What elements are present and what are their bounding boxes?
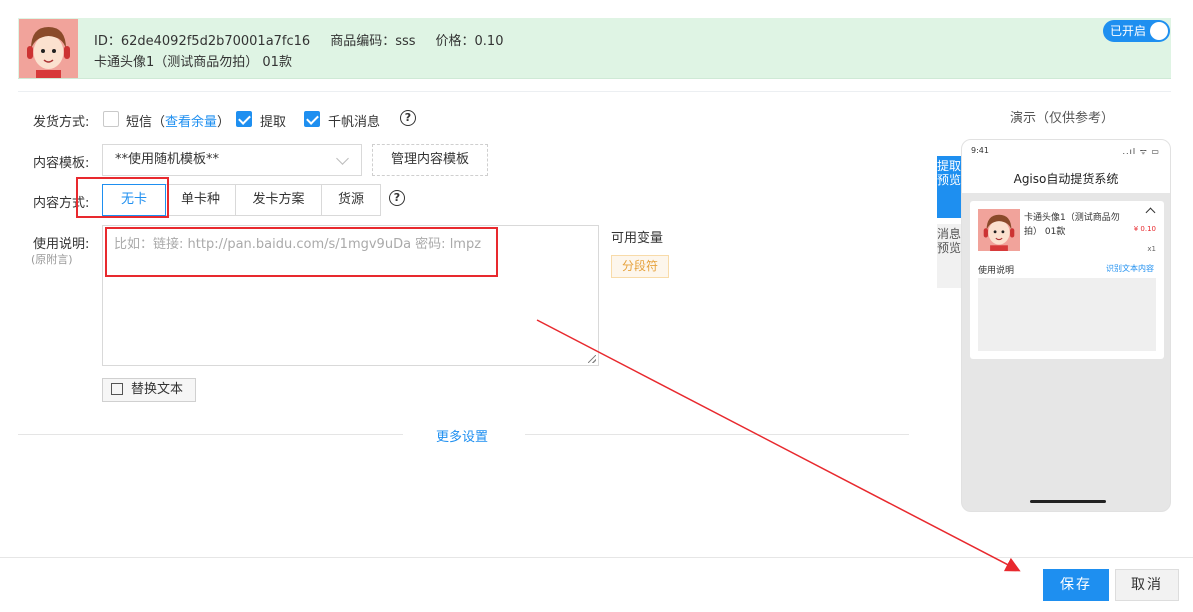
template-select[interactable]: **使用随机模板** [102,144,362,176]
chevron-up-icon[interactable] [1145,207,1156,218]
preview-item-card: 卡通头像1（测试商品勿拍） 01款 ¥ 0.10 x1 使用说明 识别文本内容 [970,201,1164,359]
usage-placeholder: 比如：链接: http://pan.baidu.com/s/1mgv9uDa 密… [114,237,482,252]
sms-label: 短信 [126,115,153,130]
usage-textarea[interactable]: 比如：链接: http://pan.baidu.com/s/1mgv9uDa 密… [102,225,599,366]
toggle-label: 已开启 [1110,24,1147,38]
phone-time: 9:41 [971,146,989,155]
pickup-checkbox[interactable] [236,111,252,127]
paren-open: （ [152,115,166,130]
divider [525,434,909,435]
recognize-text-link[interactable]: 识别文本内容 [1106,263,1154,274]
sms-checkbox[interactable] [103,111,119,127]
phone-header: 9:41 ..ıl ᯤ ▭ Agiso自动提货系统 [962,140,1170,193]
pickup-label: 提取 [260,115,287,130]
item-quantity: x1 [1147,245,1156,253]
method-tab-single-card[interactable]: 单卡种 [165,184,236,216]
phone-status-icons: ..ıl ᯤ ▭ [1122,147,1160,156]
content-method-label: 内容方式: [33,196,90,211]
chevron-down-icon [336,152,349,165]
available-variables-title: 可用变量 [611,231,664,246]
cartoon-avatar-icon [978,209,1020,251]
product-meta: ID：62de4092f5d2b70001a7fc16 商品编码：sss 价格：0.… [94,30,523,49]
product-id: ID：62de4092f5d2b70001a7fc16 [94,34,311,49]
usage-content-box [978,278,1156,351]
product-avatar [19,19,78,78]
home-indicator [1030,500,1106,503]
replace-icon [111,383,123,395]
enabled-toggle[interactable]: 已开启 [1103,20,1170,42]
template-label: 内容模板: [33,156,90,171]
method-tab-card-plan[interactable]: 发卡方案 [235,184,322,216]
more-settings-link[interactable]: 更多设置 [436,426,488,445]
tab-pickup-preview[interactable]: 提取预览 [937,156,961,218]
product-price: 价格：0.10 [435,34,504,49]
help-icon[interactable]: ? [389,190,405,206]
divider [18,91,1171,92]
check-balance-link[interactable]: 查看余量 [165,115,217,130]
divider [18,434,403,435]
item-usage-label: 使用说明 [978,266,1015,276]
delivery-label: 发货方式: [33,115,90,130]
footer-divider [0,557,1193,558]
manage-template-button[interactable]: 管理内容模板 [372,144,488,176]
replace-text-label: 替换文本 [131,382,184,397]
item-price: ¥ 0.10 [1133,225,1156,233]
tab-message-preview[interactable]: 消息预览 [937,224,961,288]
qianfan-checkbox[interactable] [304,111,320,127]
save-button[interactable]: 保存 [1043,569,1109,601]
segment-separator-tag[interactable]: 分段符 [611,255,669,278]
method-tab-no-card[interactable]: 无卡 [102,184,166,216]
item-avatar [978,209,1020,251]
preview-title: 演示（仅供参考） [1010,111,1115,126]
usage-sub-label: (原附言) [31,253,73,266]
product-header: ID：62de4092f5d2b70001a7fc16 商品编码：sss 价格：0.… [18,18,1171,79]
template-value: **使用随机模板** [115,152,220,167]
paren-close: ） [217,115,231,130]
cancel-button[interactable]: 取消 [1115,569,1179,601]
phone-preview: 9:41 ..ıl ᯤ ▭ Agiso自动提货系统 卡通头像1（测试商品勿拍） … [961,139,1171,512]
phone-app-title: Agiso自动提货系统 [1013,172,1119,186]
qianfan-label: 千帆消息 [328,115,381,130]
cartoon-avatar-icon [19,19,78,78]
method-tab-supply[interactable]: 货源 [321,184,381,216]
product-code: 商品编码：sss [330,34,416,49]
toggle-knob [1150,22,1168,40]
help-icon[interactable]: ? [400,110,416,126]
replace-text-button[interactable]: 替换文本 [102,378,196,402]
resize-handle-icon[interactable] [588,355,596,363]
usage-label: 使用说明: [33,237,90,252]
item-name: 卡通头像1（测试商品勿拍） 01款 [1024,213,1120,237]
product-name: 卡通头像1（测试商品勿拍） 01款 [94,55,292,70]
sms-option: 短信（查看余量） [126,111,230,130]
